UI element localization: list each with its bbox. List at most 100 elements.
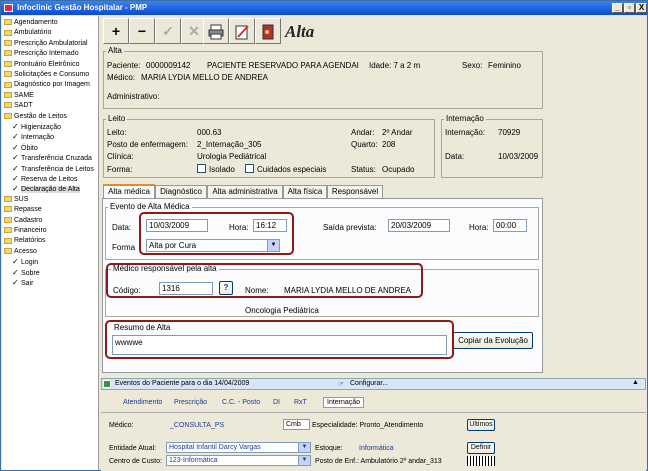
- folder-icon: [4, 227, 12, 234]
- printer-icon: [208, 24, 224, 40]
- sidebar-item-label: Gestão de Leitos: [14, 112, 67, 120]
- sidebar-item[interactable]: Diagnóstico por Imagem: [4, 80, 90, 89]
- remove-button[interactable]: −: [129, 18, 155, 44]
- sidebar-item-label: Transferência Cruzada: [21, 155, 92, 163]
- check-icon: ✓: [12, 153, 19, 163]
- sidebar-item-label: Login: [21, 259, 39, 267]
- check-icon: ✓: [12, 122, 19, 131]
- sidebar-item[interactable]: Agendamento: [4, 18, 58, 27]
- entidade-select[interactable]: Hospital Infantil Darcy Vargas ▼: [166, 442, 311, 453]
- barcode-icon[interactable]: [467, 456, 495, 466]
- sidebar-item[interactable]: ✓ Óbito: [12, 143, 38, 152]
- sidebar-item[interactable]: Repasse: [4, 205, 42, 214]
- sidebar-item[interactable]: Prescrição Internado: [4, 49, 79, 58]
- tab-4[interactable]: Responsável: [327, 185, 383, 198]
- clinica-value: Urologia Pediátrical: [197, 152, 267, 161]
- sidebar-item[interactable]: SUS: [4, 195, 28, 204]
- sidebar-item[interactable]: SAME: [4, 91, 34, 100]
- print-button[interactable]: [203, 18, 229, 44]
- add-button[interactable]: +: [103, 18, 129, 44]
- check-icon: ✓: [12, 184, 19, 194]
- title-bar: Infoclinic Gestão Hospitalar - PMP _ ▫ X: [1, 1, 647, 15]
- sidebar-item[interactable]: ✓ Sobre: [12, 268, 40, 277]
- chevron-down-icon[interactable]: ▼: [298, 456, 310, 465]
- copiar-evolucao-button[interactable]: Copiar da Evolução: [453, 332, 533, 349]
- tab-1[interactable]: Diagnóstico: [155, 185, 207, 198]
- bottom-tab-3[interactable]: DI: [273, 399, 280, 406]
- sidebar-item-label: Financeiro: [14, 227, 47, 234]
- clinica-label: Clínica:: [107, 152, 134, 161]
- internacao-group-label: Internação: [444, 114, 486, 123]
- internacao-data-label: Data:: [445, 152, 465, 161]
- collapse-icon[interactable]: [103, 380, 111, 388]
- sidebar-item[interactable]: ✓ Transferência de Leitos: [12, 164, 94, 173]
- sidebar-item[interactable]: ✓ Declaração de Alta: [12, 184, 80, 194]
- sidebar-item[interactable]: ✓ Transferência Cruzada: [12, 153, 92, 162]
- centro-label: Centro de Custo:: [109, 458, 162, 465]
- sidebar-item[interactable]: Gestão de Leitos: [4, 112, 67, 121]
- bottom-tab-1[interactable]: Prescrição: [174, 399, 207, 406]
- tab-0[interactable]: Alta médica: [103, 184, 155, 199]
- sidebar-item[interactable]: SADT: [4, 101, 33, 110]
- minimize-button[interactable]: _: [612, 3, 623, 13]
- cuidados-checkbox[interactable]: [245, 164, 254, 173]
- paciente-id: 0000009142: [146, 61, 191, 70]
- bottom-tab-2[interactable]: C.C. - Posto: [222, 399, 260, 406]
- sidebar-item[interactable]: ✓ Higienização: [12, 122, 61, 131]
- status-label: Status:: [351, 165, 376, 174]
- sidebar-item[interactable]: Prescrição Ambulatorial: [4, 39, 88, 48]
- sidebar-item[interactable]: Acesso: [4, 247, 37, 256]
- bottom-tab-5[interactable]: Internação: [323, 397, 365, 408]
- saida-prevista-input[interactable]: 20/03/2009: [388, 219, 450, 232]
- confirm-button[interactable]: ✓: [155, 18, 181, 44]
- eventos-bar[interactable]: Eventos do Paciente para o dia 14/04/200…: [101, 378, 646, 390]
- sidebar-item[interactable]: ✓ Reserva de Leitos: [12, 174, 77, 183]
- andar-value: 2º Andar: [382, 128, 413, 137]
- sexo-label: Sexo:: [462, 61, 483, 70]
- hora-saida-label: Hora:: [469, 223, 489, 232]
- sidebar-item[interactable]: Relatórios: [4, 236, 46, 245]
- sidebar-item[interactable]: Solicitações e Consumo: [4, 70, 89, 79]
- sidebar-item-label: SAME: [14, 91, 34, 99]
- especialidade-value: Oncologia Pediátrica: [245, 306, 319, 315]
- sidebar-item-label: Acesso: [14, 247, 37, 255]
- ultimos-button[interactable]: Últimos: [467, 419, 495, 431]
- centro-select[interactable]: 123-Informática ▼: [166, 455, 311, 466]
- window-title: Infoclinic Gestão Hospitalar - PMP: [17, 3, 148, 12]
- close-button[interactable]: X: [636, 3, 647, 13]
- folder-icon: [4, 19, 12, 26]
- bottom-tab-0[interactable]: Atendimento: [123, 399, 162, 406]
- sidebar-item[interactable]: ✓ Sair: [12, 278, 33, 287]
- andar-label: Andar:: [351, 128, 375, 137]
- tab-2[interactable]: Alta administrativa: [207, 185, 283, 198]
- sidebar-item-label: Solicitações e Consumo: [14, 71, 90, 78]
- estoque-label: Estoque:: [315, 445, 343, 452]
- exit-button[interactable]: [255, 18, 281, 44]
- folder-icon: [4, 195, 12, 202]
- sidebar-item[interactable]: Prontuário Eletrônico: [4, 60, 79, 69]
- definir-button[interactable]: Definir: [467, 442, 495, 454]
- tab-3[interactable]: Alta física: [283, 185, 327, 198]
- sidebar-item-label: SADT: [14, 102, 33, 110]
- chevron-down-icon[interactable]: ▼: [298, 443, 310, 452]
- maximize-button[interactable]: ▫: [624, 3, 635, 13]
- bottom-tab-4[interactable]: RxT: [294, 399, 307, 406]
- sidebar-item[interactable]: ✓ Login: [12, 257, 38, 266]
- isolado-checkbox[interactable]: [197, 164, 206, 173]
- sidebar-item-label: Prontuário Eletrônico: [14, 60, 80, 68]
- internacao-value: 70929: [498, 128, 521, 137]
- sidebar-item[interactable]: Financeiro: [4, 226, 47, 235]
- cmb-select[interactable]: Cmb: [283, 419, 310, 430]
- folder-icon: [4, 50, 12, 57]
- edit-button[interactable]: [229, 18, 255, 44]
- check-icon: ✓: [12, 278, 19, 287]
- hora-saida-input[interactable]: 00:00: [493, 219, 527, 232]
- sidebar-item[interactable]: Cadastro: [4, 216, 42, 225]
- forma-label: Forma:: [107, 165, 133, 174]
- sidebar-item[interactable]: Ambulatório: [4, 28, 51, 37]
- centro-value: 123-Informática: [169, 457, 218, 464]
- sidebar-item[interactable]: ✓ Internação: [12, 132, 54, 141]
- folder-icon: [4, 39, 12, 46]
- configurar-link[interactable]: Configurar...: [350, 380, 388, 387]
- scroll-up-icon[interactable]: ▲: [632, 379, 639, 386]
